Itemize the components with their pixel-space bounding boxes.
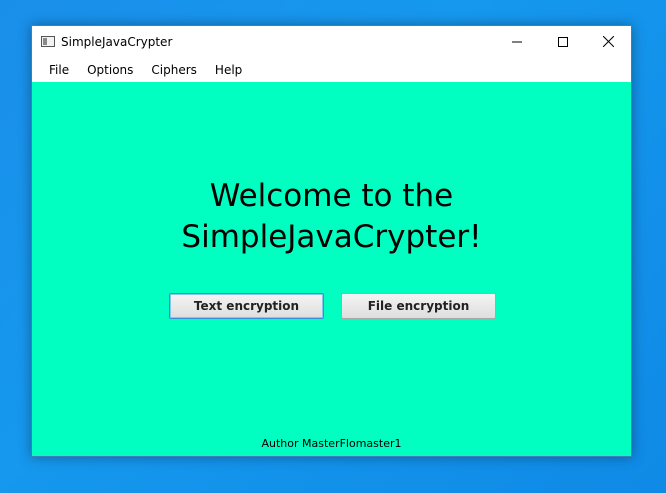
app-window: SimpleJavaCrypter File Options Ciphers H… bbox=[31, 25, 632, 457]
app-icon bbox=[41, 36, 55, 47]
menu-bar: File Options Ciphers Help bbox=[32, 58, 631, 82]
menu-options[interactable]: Options bbox=[78, 63, 142, 77]
minimize-button[interactable] bbox=[494, 26, 539, 57]
close-icon bbox=[603, 36, 614, 47]
welcome-line-2: SimpleJavaCrypter! bbox=[181, 219, 482, 255]
text-encryption-button[interactable]: Text encryption bbox=[169, 293, 324, 319]
main-content: Welcome to the SimpleJavaCrypter! Text e… bbox=[32, 82, 631, 456]
menu-file[interactable]: File bbox=[40, 63, 78, 77]
menu-ciphers[interactable]: Ciphers bbox=[142, 63, 206, 77]
maximize-button[interactable] bbox=[540, 26, 585, 57]
author-label: Author MasterFlomaster1 bbox=[261, 437, 402, 450]
window-title: SimpleJavaCrypter bbox=[61, 35, 173, 49]
menu-help[interactable]: Help bbox=[206, 63, 251, 77]
welcome-line-1: Welcome to the bbox=[209, 178, 454, 214]
minimize-icon bbox=[511, 41, 522, 42]
close-button[interactable] bbox=[586, 26, 631, 57]
file-encryption-button[interactable]: File encryption bbox=[341, 293, 496, 319]
welcome-heading: Welcome to the SimpleJavaCrypter! bbox=[32, 176, 631, 258]
title-bar[interactable]: SimpleJavaCrypter bbox=[32, 26, 631, 58]
maximize-icon bbox=[557, 36, 568, 47]
